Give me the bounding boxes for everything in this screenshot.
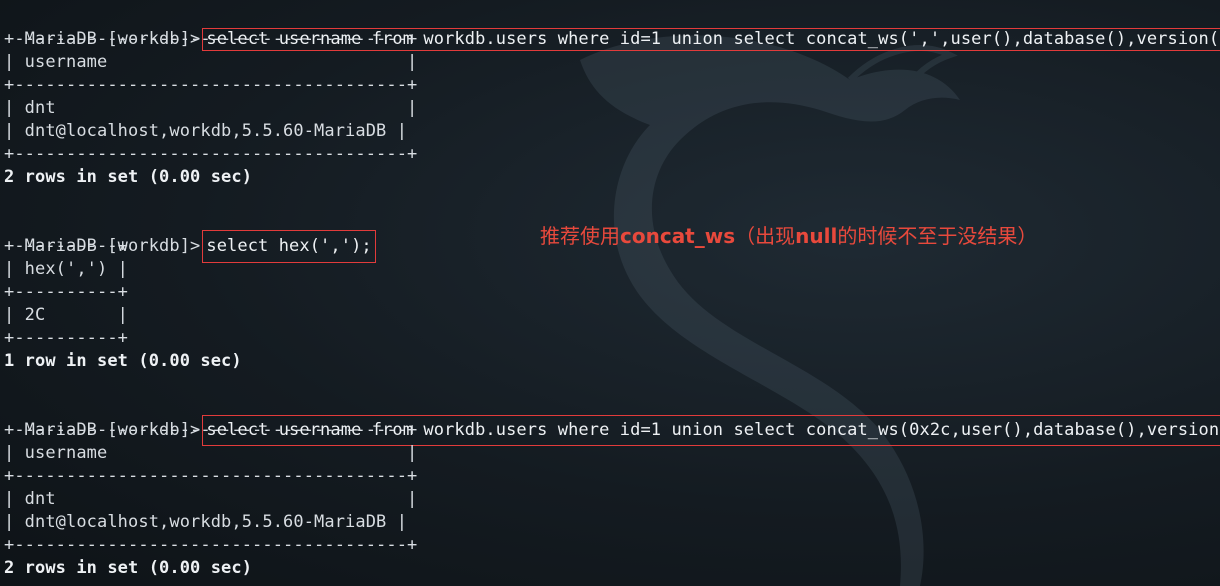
annotation-keyword-null: null bbox=[795, 224, 838, 248]
table-header: | hex(',') | bbox=[4, 259, 129, 279]
annotation-suffix: （出现 bbox=[735, 224, 796, 248]
table-row: | dnt@localhost,workdb,5.5.60-MariaDB | bbox=[4, 121, 408, 141]
command-line-2: MariaDB [workdb]> select hex(','); bbox=[4, 212, 376, 263]
result-summary: 2 rows in set (0.00 sec) bbox=[4, 558, 253, 578]
table-border: +--------------------------------------+ bbox=[4, 144, 418, 164]
table-border: +----------+ bbox=[4, 328, 129, 348]
command-line-1: MariaDB [workdb]> select username from wo… bbox=[4, 5, 1220, 51]
kali-dragon-watermark-icon bbox=[580, 35, 960, 586]
command-line-3: MariaDB [workdb]> select username from wo… bbox=[4, 396, 1220, 446]
highlighted-command-2: select hex(','); bbox=[202, 230, 376, 263]
table-border: +--------------------------------------+ bbox=[4, 466, 418, 486]
table-border: +----------+ bbox=[4, 236, 129, 256]
annotation-keyword: concat_ws bbox=[620, 224, 736, 248]
annotation-prefix: 推荐使用 bbox=[540, 224, 620, 248]
table-border: +----------+ bbox=[4, 282, 129, 302]
table-border: +--------------------------------------+ bbox=[4, 75, 418, 95]
table-row: | dnt | bbox=[4, 489, 418, 509]
table-border: +--------------------------------------+ bbox=[4, 535, 418, 555]
annotation-suffix2: 的时候不至于没结果） bbox=[837, 224, 1038, 248]
table-header: | username | bbox=[4, 52, 418, 72]
table-row: | 2C | bbox=[4, 305, 129, 325]
table-row: | dnt@localhost,workdb,5.5.60-MariaDB | bbox=[4, 512, 408, 532]
result-summary: 1 row in set (0.00 sec) bbox=[4, 351, 242, 371]
table-row: | dnt | bbox=[4, 98, 418, 118]
table-border: +--------------------------------------+ bbox=[4, 29, 418, 49]
result-summary: 2 rows in set (0.00 sec) bbox=[4, 167, 253, 187]
annotation-note: 推荐使用concat_ws（出现null的时候不至于没结果） bbox=[540, 220, 1037, 249]
table-border: +--------------------------------------+ bbox=[4, 420, 418, 440]
table-header: | username | bbox=[4, 443, 418, 463]
